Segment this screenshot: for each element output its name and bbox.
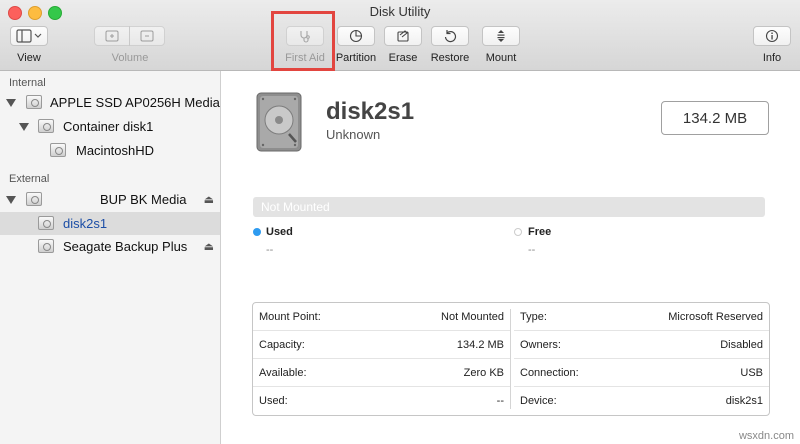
restore-label: Restore [430,52,470,64]
disk-size: 134.2 MB [661,101,769,135]
info-key: Owners: [520,339,561,351]
free-legend-label: Free [528,226,552,238]
sidebar-item-label: Container disk1 [63,119,154,134]
info-value: Disabled [720,339,763,351]
info-value: 134.2 MB [456,339,504,351]
used-legend-value: -- [266,244,274,256]
info-divider [510,309,511,409]
container-icon [38,119,54,133]
pie-chart-icon [349,29,363,43]
view-button[interactable] [10,26,48,46]
mount-label: Mount [485,52,517,64]
info-label: Info [762,52,782,64]
sidebar-item-container-disk1[interactable]: Container disk1 [0,115,220,138]
restore-button[interactable] [431,26,469,46]
sidebar-toggle-icon [16,29,42,43]
info-key: Mount Point: [259,311,321,323]
mount-button[interactable] [482,26,520,46]
info-value: USB [740,367,763,379]
used-legend-label: Used [266,226,293,238]
disk-info-table: Mount Point: Not Mounted Capacity: 134.2… [252,302,770,416]
used-legend-dot [253,228,261,236]
disclosure-triangle-icon[interactable] [19,123,29,131]
external-section-header: External [9,173,50,185]
disk-subtitle: Unknown [326,127,381,142]
disk-name: disk2s1 [326,98,415,125]
info-key: Used: [259,395,288,407]
sidebar-item-label: disk2s1 [63,216,108,231]
watermark: wsxdn.com [738,430,794,442]
info-value: Not Mounted [441,311,504,323]
info-row: Device: disk2s1 [514,387,769,415]
info-row: Capacity: 134.2 MB [253,331,510,359]
eject-icon[interactable]: ⏏ [204,193,214,206]
info-key: Device: [520,395,557,407]
add-volume-icon [105,30,119,42]
sidebar-item-label: APPLE SSD AP0256H Media [50,95,220,110]
erase-icon [397,30,409,42]
restore-icon [444,30,457,43]
partition-label: Partition [335,52,377,64]
view-label: View [17,52,41,64]
info-value: -- [496,395,504,407]
sidebar-item-label: Seagate Backup Plus [63,239,188,254]
titlebar: Disk Utility View Volume First Aid Parti… [0,0,800,71]
partition-button[interactable] [337,26,375,46]
sidebar-item-label: MacintoshHD [76,143,155,158]
erase-label: Erase [388,52,418,64]
disclosure-triangle-icon[interactable] [6,196,16,204]
volume-label: Volume [111,52,149,64]
info-row: Type: Microsoft Reserved [514,303,769,331]
info-value: disk2s1 [725,395,763,407]
mount-icon [497,30,505,42]
erase-button[interactable] [384,26,422,46]
internal-section-header: Internal [9,77,46,89]
info-row: Mount Point: Not Mounted [253,303,510,331]
info-key: Available: [259,367,307,379]
info-button[interactable] [753,26,791,46]
info-key: Type: [520,311,547,323]
add-volume-button[interactable] [94,26,130,46]
sidebar: Internal APPLE SSD AP0256H Media Contain… [0,71,221,444]
window-title: Disk Utility [369,4,431,19]
info-row: Used: -- [253,387,510,415]
disclosure-triangle-icon[interactable] [6,99,16,107]
eject-icon[interactable]: ⏏ [204,240,214,253]
sidebar-item-macintoshhd[interactable]: MacintoshHD [0,139,220,162]
hard-disk-icon [256,92,302,152]
volume-icon [38,239,54,253]
info-row: Available: Zero KB [253,359,510,387]
sidebar-item-seagate-backup-plus[interactable]: Seagate Backup Plus ⏏ [0,235,220,258]
volume-icon [50,143,66,157]
sidebar-item-bup-bk-media[interactable]: BUP BK Media ⏏ [0,188,220,211]
free-legend-value: -- [528,244,536,256]
internal-disk-icon [26,95,42,109]
first-aid-highlight [271,11,335,71]
info-row: Connection: USB [514,359,769,387]
remove-volume-button[interactable] [129,26,165,46]
free-legend-dot [514,228,522,236]
mount-status-bar: Not Mounted [253,197,765,217]
info-value: Zero KB [463,367,504,379]
sidebar-item-disk2s1[interactable]: disk2s1 [0,212,220,235]
sidebar-item-apple-ssd[interactable]: APPLE SSD AP0256H Media [0,91,220,114]
sidebar-item-label: BUP BK Media [100,192,187,207]
info-value: Microsoft Reserved [668,311,763,323]
external-disk-icon [26,192,42,206]
detail-pane: disk2s1 Unknown 134.2 MB Not Mounted Use… [221,71,800,444]
volume-icon [38,216,54,230]
info-icon [765,29,779,43]
info-row: Owners: Disabled [514,331,769,359]
remove-volume-icon [140,30,154,42]
info-key: Connection: [520,367,579,379]
info-key: Capacity: [259,339,305,351]
